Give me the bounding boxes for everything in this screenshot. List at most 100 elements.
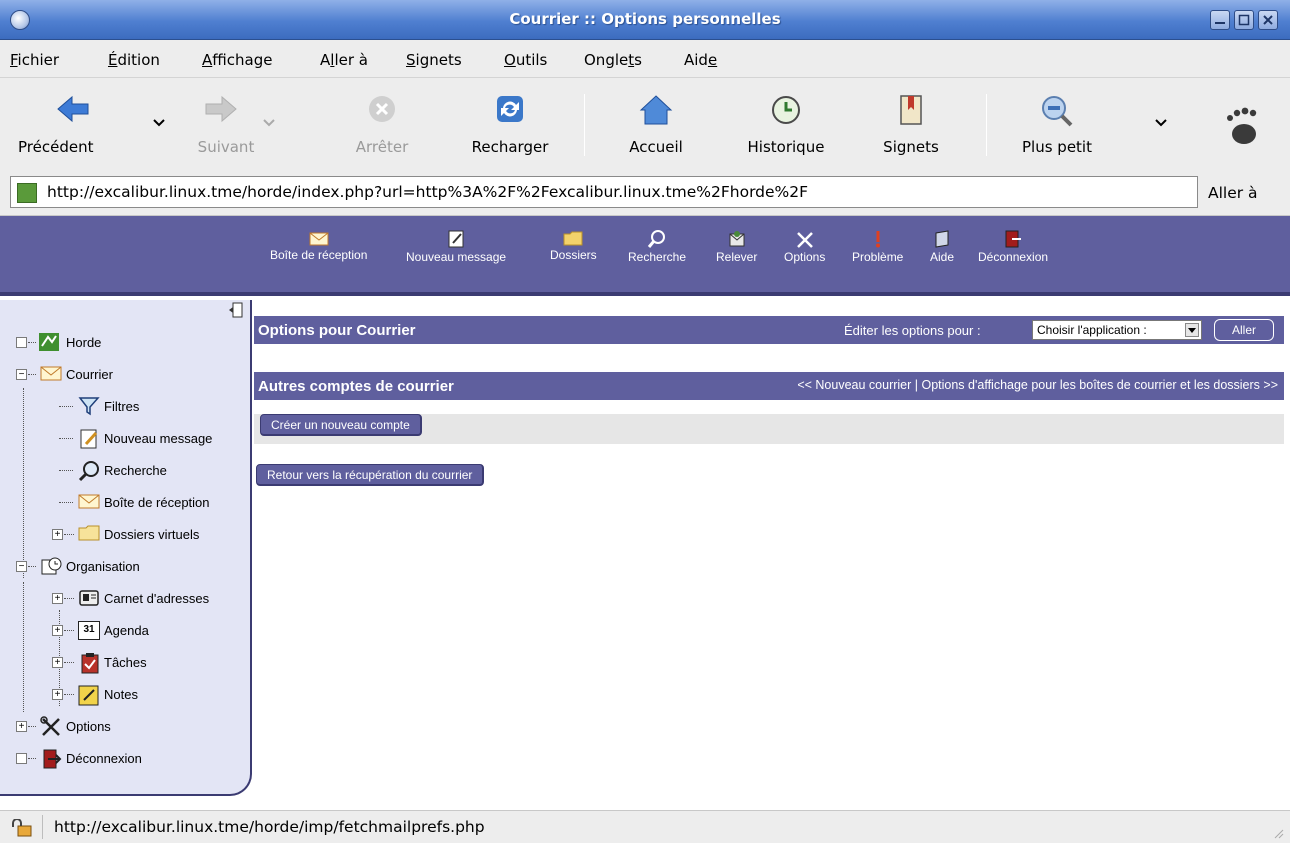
horde-logo-icon	[39, 333, 59, 351]
sidebar-item-filtres[interactable]: Filtres	[52, 396, 242, 418]
aller-button[interactable]: Aller	[1214, 319, 1274, 341]
calendar-icon: 31	[78, 621, 100, 640]
forward-arrow-icon	[205, 95, 237, 123]
create-account-button[interactable]: Créer un nouveau compte	[260, 414, 422, 436]
menu-bar: Fichier Édition Affichage Aller à Signet…	[0, 40, 1290, 78]
tree-expand-toggle[interactable]: +	[52, 689, 63, 700]
folder-icon	[78, 525, 100, 541]
reload-icon	[497, 96, 523, 122]
tree-expand-toggle[interactable]: +	[16, 721, 27, 732]
unlocked-padlock-icon	[12, 819, 32, 837]
bookmarks-button[interactable]: Signets	[868, 88, 954, 158]
close-button[interactable]	[1258, 10, 1278, 30]
reload-button[interactable]: Recharger	[452, 88, 568, 158]
zoom-out-button[interactable]: Plus petit	[1004, 88, 1110, 158]
inbox-envelope-icon	[309, 232, 329, 246]
sidebar-item-taches[interactable]: + Tâches	[52, 652, 242, 674]
menu-aide[interactable]: Aide	[684, 51, 717, 69]
go-button[interactable]: Aller à	[1208, 184, 1258, 202]
sidebar-collapse-icon[interactable]	[228, 302, 244, 318]
status-bar: http://excalibur.linux.tme/horde/imp/fet…	[0, 810, 1290, 843]
menu-logout[interactable]: Déconnexion	[978, 230, 1048, 264]
menu-onglets[interactable]: Onglets	[584, 51, 642, 69]
tree-expander[interactable]	[16, 753, 27, 764]
menu-edition[interactable]: Édition	[108, 51, 160, 69]
sidebar-item-organisation[interactable]: − Organisation	[16, 556, 236, 578]
tree-expand-toggle[interactable]: +	[52, 593, 63, 604]
toolbar-separator	[584, 94, 585, 156]
return-fetchmail-button[interactable]: Retour vers la récupération du courrier	[256, 464, 485, 486]
sidebar-item-nouveau-message[interactable]: Nouveau message	[52, 428, 242, 450]
sidebar-item-horde[interactable]: Horde	[16, 332, 236, 354]
bookmarks-book-icon	[900, 95, 922, 125]
compose-icon	[448, 230, 464, 248]
menu-problem[interactable]: Problème	[852, 230, 903, 264]
sidebar-item-deconnexion[interactable]: Déconnexion	[16, 748, 236, 770]
stop-button[interactable]: Arrêter	[340, 88, 424, 158]
fetch-mail-icon	[729, 231, 745, 247]
folder-icon	[563, 231, 583, 246]
sidebar-item-dossiers-virtuels[interactable]: + Dossiers virtuels	[52, 524, 242, 546]
tree-collapse-toggle[interactable]: −	[16, 369, 27, 380]
toolbar-overflow-chevron-icon[interactable]	[1154, 118, 1168, 128]
section-title: Autres comptes de courrier	[258, 378, 454, 395]
maximize-icon	[1238, 14, 1250, 26]
tree-expand-toggle[interactable]: +	[52, 625, 63, 636]
section-nav-links[interactable]: << Nouveau courrier | Options d'affichag…	[797, 378, 1278, 392]
application-select[interactable]: Choisir l'application :	[1032, 320, 1202, 340]
menu-aller[interactable]: Aller à	[320, 51, 368, 69]
tree-expander[interactable]	[16, 337, 27, 348]
menu-fichier[interactable]: Fichier	[10, 51, 59, 69]
filter-funnel-icon	[78, 397, 100, 416]
maximize-button[interactable]	[1234, 10, 1254, 30]
help-book-icon	[935, 230, 949, 248]
menu-options[interactable]: Options	[784, 230, 825, 264]
sidebar-item-boite-reception[interactable]: Boîte de réception	[52, 492, 242, 514]
menu-outils[interactable]: Outils	[504, 51, 547, 69]
horde-menu-bar: Boîte de réception Nouveau message Dossi…	[0, 216, 1290, 296]
menu-fetch[interactable]: Relever	[716, 230, 757, 264]
resize-grip-icon[interactable]	[1272, 827, 1284, 839]
menu-inbox[interactable]: Boîte de réception	[270, 230, 367, 262]
inbox-envelope-icon	[78, 494, 100, 509]
sidebar-item-courrier[interactable]: − Courrier	[16, 364, 236, 386]
sidebar-item-carnet-adresses[interactable]: + Carnet d'adresses	[52, 588, 242, 610]
sidebar-item-options[interactable]: + Options	[16, 716, 236, 738]
home-button[interactable]: Accueil	[616, 88, 696, 158]
menu-help[interactable]: Aide	[930, 230, 954, 264]
history-button[interactable]: Historique	[728, 88, 844, 158]
menu-folders[interactable]: Dossiers	[550, 230, 597, 262]
logout-door-icon	[43, 749, 62, 769]
horde-favicon-icon	[17, 183, 37, 203]
sidebar-item-agenda[interactable]: + 31 Agenda	[52, 620, 242, 642]
tree-collapse-toggle[interactable]: −	[16, 561, 27, 572]
location-bar: http://excalibur.linux.tme/horde/index.p…	[0, 170, 1290, 216]
gnome-foot-icon[interactable]	[1222, 104, 1262, 148]
menu-search[interactable]: Recherche	[628, 230, 686, 264]
tree-expand-toggle[interactable]: +	[52, 529, 63, 540]
edit-options-label: Éditer les options pour :	[844, 323, 981, 338]
tree-expand-toggle[interactable]: +	[52, 657, 63, 668]
back-button[interactable]: Précédent	[18, 88, 148, 158]
history-clock-icon	[772, 96, 800, 124]
minimize-button[interactable]	[1210, 10, 1230, 30]
sidebar-item-recherche[interactable]: Recherche	[52, 460, 242, 482]
menu-new-message[interactable]: Nouveau message	[406, 230, 506, 264]
zoom-out-icon	[1042, 96, 1073, 127]
forward-history-chevron-icon[interactable]	[262, 118, 276, 128]
stop-icon	[369, 96, 395, 122]
forward-button[interactable]: Suivant	[186, 88, 266, 158]
status-text: http://excalibur.linux.tme/horde/imp/fet…	[54, 818, 485, 836]
url-input[interactable]: http://excalibur.linux.tme/horde/index.p…	[10, 176, 1198, 208]
problem-exclamation-icon	[875, 231, 880, 248]
sidebar-item-notes[interactable]: + Notes	[52, 684, 242, 706]
back-history-chevron-icon[interactable]	[152, 118, 166, 128]
menu-signets[interactable]: Signets	[406, 51, 462, 69]
organizer-icon	[41, 557, 62, 575]
minimize-icon	[1215, 22, 1225, 24]
menu-affichage[interactable]: Affichage	[202, 51, 272, 69]
tree-connector	[23, 388, 24, 578]
search-icon	[78, 461, 99, 482]
window-titlebar[interactable]: Courrier :: Options personnelles	[0, 0, 1290, 40]
back-arrow-icon	[57, 95, 89, 123]
